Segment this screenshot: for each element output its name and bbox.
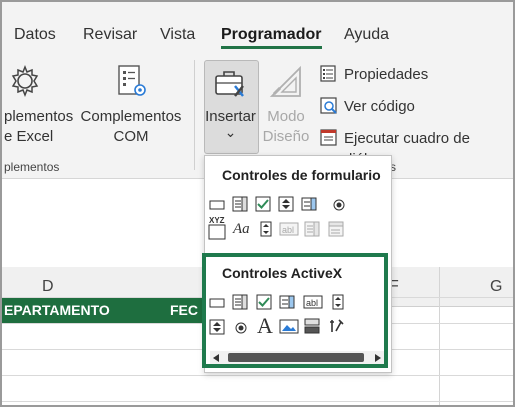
group-box-label: XYZ bbox=[209, 216, 225, 225]
activex-combobox-icon[interactable] bbox=[232, 294, 248, 310]
toolbox-icon bbox=[215, 71, 244, 97]
cell-departamento[interactable]: EPARTAMENTO bbox=[4, 302, 110, 318]
com-addins-label-2[interactable]: COM bbox=[78, 126, 184, 147]
combobox-control-icon[interactable] bbox=[232, 196, 248, 212]
cell-fecha[interactable]: FEC bbox=[170, 302, 198, 318]
addins-group-label: plementos bbox=[4, 160, 60, 174]
properties-icon bbox=[320, 65, 336, 82]
active-tab-indicator bbox=[221, 46, 322, 49]
activex-controls-title: Controles ActiveX bbox=[222, 265, 343, 281]
column-header-d[interactable]: D bbox=[42, 278, 54, 296]
design-mode-label-2: Diseño bbox=[262, 128, 310, 145]
tab-programador[interactable]: Programador bbox=[221, 26, 321, 44]
activex-option-button-icon[interactable] bbox=[233, 320, 249, 336]
combo-dropdown-disabled-icon bbox=[328, 221, 344, 237]
svg-text:abl: abl bbox=[282, 225, 294, 235]
tab-ayuda[interactable]: Ayuda bbox=[344, 26, 389, 44]
row-line bbox=[2, 375, 513, 376]
properties-button[interactable]: Propiedades bbox=[344, 64, 428, 85]
horizontal-scrollbar[interactable] bbox=[210, 351, 384, 364]
scroll-right-arrow-icon[interactable] bbox=[374, 353, 382, 363]
option-button-control-icon[interactable] bbox=[331, 197, 347, 213]
view-code-icon bbox=[320, 97, 337, 114]
activex-spin-button-icon[interactable] bbox=[209, 319, 225, 335]
excel-addins-label-1[interactable]: plementos bbox=[4, 106, 73, 127]
form-controls-title: Controles de formulario bbox=[222, 167, 381, 183]
activex-label-icon[interactable]: A bbox=[257, 313, 273, 339]
svg-text:abl: abl bbox=[306, 298, 318, 308]
row-line bbox=[2, 401, 513, 402]
scroll-left-arrow-icon[interactable] bbox=[212, 353, 220, 363]
more-controls-icon[interactable] bbox=[329, 318, 345, 334]
button-control-icon[interactable] bbox=[209, 197, 225, 213]
label-control-icon[interactable]: Aa bbox=[233, 221, 250, 238]
combo-list-disabled-icon bbox=[304, 221, 320, 237]
com-addins-icon[interactable] bbox=[115, 64, 151, 100]
activex-button-icon[interactable] bbox=[209, 295, 225, 311]
textfield-disabled-icon: abl bbox=[279, 222, 299, 236]
run-dialog-icon bbox=[320, 129, 337, 146]
activex-image-icon[interactable] bbox=[279, 319, 299, 335]
activex-textbox-icon[interactable]: abl bbox=[303, 294, 323, 310]
scrollbar-thumb[interactable] bbox=[228, 353, 364, 362]
com-addins-label-1[interactable]: Complementos bbox=[78, 106, 184, 127]
tab-datos[interactable]: Datos bbox=[14, 26, 56, 44]
spin-button-control-icon[interactable] bbox=[278, 196, 294, 212]
activex-toggle-button-icon[interactable] bbox=[304, 318, 320, 334]
scrollbar-control-icon[interactable] bbox=[258, 221, 274, 237]
column-header-g[interactable]: G bbox=[490, 278, 502, 296]
view-code-button[interactable]: Ver código bbox=[344, 96, 415, 117]
activex-listbox-icon[interactable] bbox=[279, 294, 295, 310]
checkbox-control-icon[interactable] bbox=[255, 196, 271, 212]
tab-vista[interactable]: Vista bbox=[160, 26, 195, 44]
listbox-control-icon[interactable] bbox=[301, 196, 317, 212]
column-divider bbox=[439, 267, 440, 405]
activex-scrollbar-icon[interactable] bbox=[330, 294, 346, 310]
activex-checkbox-icon[interactable] bbox=[256, 294, 272, 310]
design-mode-icon bbox=[269, 65, 301, 97]
excel-addins-label-2[interactable]: e Excel bbox=[4, 126, 53, 147]
ribbon-tabs: Datos Revisar Vista Programador Ayuda bbox=[2, 2, 513, 50]
design-mode-label-1: Modo bbox=[267, 108, 305, 125]
tab-revisar[interactable]: Revisar bbox=[83, 26, 137, 44]
excel-window: Datos Revisar Vista Programador Ayuda pl… bbox=[0, 0, 515, 407]
gear-icon[interactable] bbox=[8, 64, 42, 98]
ribbon-separator bbox=[194, 60, 195, 170]
chevron-down-icon: ⌄ bbox=[224, 124, 237, 140]
